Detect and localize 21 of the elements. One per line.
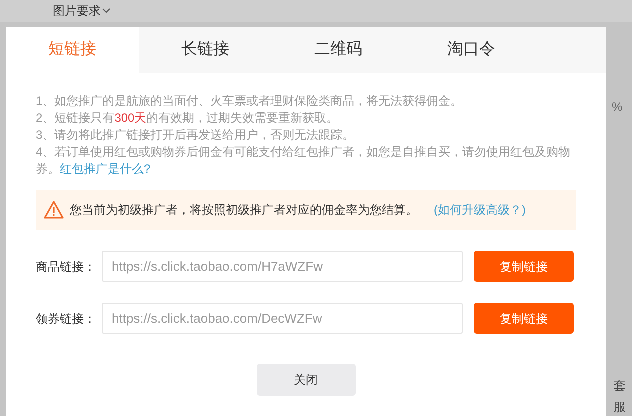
warning-text: 您当前为初级推广者，将按照初级推广者对应的佣金率为您结算。 (70, 202, 418, 219)
chevron-down-icon (102, 8, 111, 14)
link-field[interactable]: https://s.click.taobao.com/DecWZFw (102, 303, 463, 334)
upgrade-link[interactable]: (如何升级高级？) (434, 201, 526, 219)
filter-label[interactable]: 图片要求 (53, 2, 111, 20)
field-label: 商品链接： (36, 258, 97, 276)
copy-link-button[interactable]: 复制链接 (474, 251, 574, 282)
field-label: 领券链接： (36, 310, 97, 328)
tab[interactable]: 淘口令 (405, 27, 538, 73)
link-field[interactable]: https://s.click.taobao.com/H7aWZFw (102, 251, 463, 282)
percent-text: % (612, 99, 623, 116)
tab[interactable]: 短链接 (6, 27, 139, 73)
tab[interactable]: 长链接 (139, 27, 272, 73)
close-button[interactable]: 关闭 (256, 364, 356, 396)
tab[interactable]: 二维码 (272, 27, 405, 73)
copy-link-button[interactable]: 复制链接 (474, 303, 574, 334)
product-text: 服 (614, 399, 626, 416)
product-text: 套 (614, 378, 626, 395)
warning-icon (44, 201, 64, 219)
notes-text: 1、如您推广的是航旅的当面付、火车票或者理财保险类商品，将无法获得佣金。 2、短链接只有300天的有效期，过期失效需要重新获取。 3、请勿将此推广链接打开后再发送给用户，否则无法跟踪。 4、若订单使用红包或购物券后佣金有可能支付给红包推广者，如您是自推自买，请勿使用红包及购物券。红包推广是什么? (36, 93, 572, 178)
notes-link[interactable]: 红包推广是什么? (60, 162, 151, 176)
